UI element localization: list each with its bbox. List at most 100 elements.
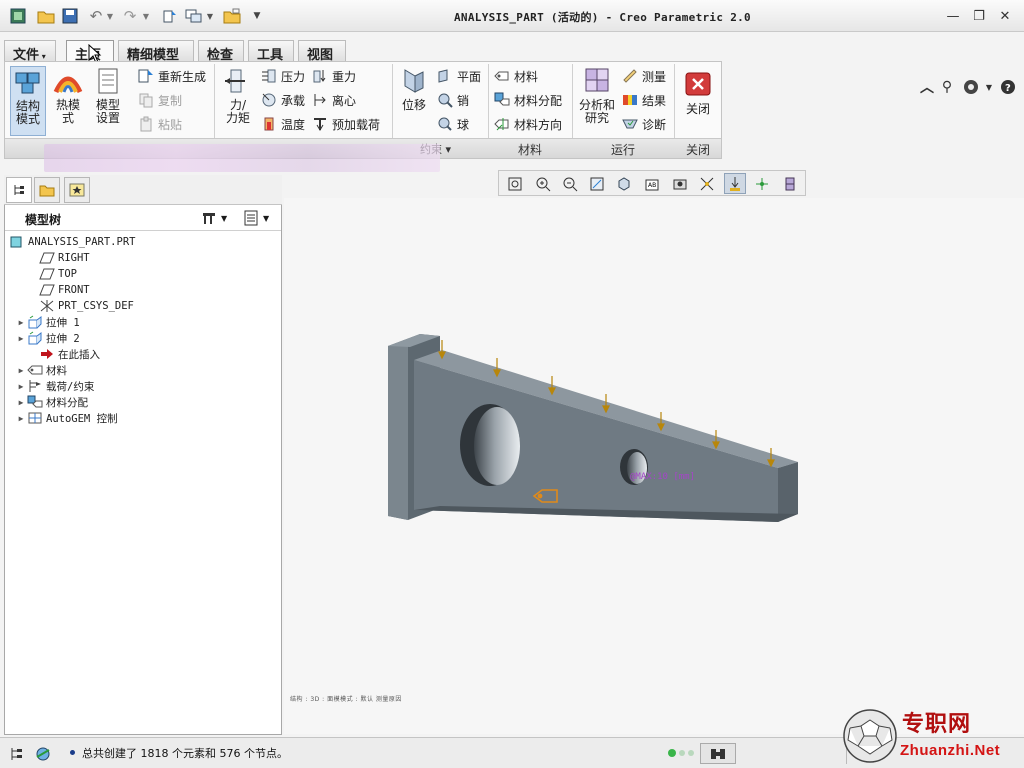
zoom-in-icon[interactable] (532, 173, 554, 194)
redo-dropdown-icon[interactable]: ▼ (140, 6, 152, 26)
app-icon[interactable] (8, 6, 28, 26)
pressure-button[interactable]: 压力 (261, 66, 305, 86)
expand-arrow-icon[interactable]: ▶ (15, 366, 27, 375)
tree-settings-button[interactable]: ▼ (201, 209, 231, 227)
diagnostics-icon (622, 119, 638, 129)
tree-item[interactable]: ▶ 拉伸 1 (15, 314, 80, 330)
bearing-button[interactable]: 承载 (261, 90, 305, 110)
tree-item[interactable]: ▶ 材料分配 (15, 394, 88, 410)
expand-arrow-icon[interactable]: ▶ (15, 398, 27, 407)
view-manager-icon[interactable] (669, 173, 691, 194)
tree-item[interactable]: 在此插入 (15, 346, 100, 362)
model-tree-tab-icon[interactable] (6, 177, 32, 203)
tab-tools[interactable]: 工具 (248, 40, 294, 63)
copy-button[interactable]: 复制 (138, 90, 182, 110)
minimize-icon[interactable]: — (942, 6, 964, 26)
preload-button[interactable]: 预加载荷 (312, 114, 380, 134)
expand-arrow-icon[interactable]: ▶ (15, 318, 27, 327)
group-label-close: 关闭 (686, 143, 711, 157)
group-label-materials: 材料 (518, 143, 543, 157)
material-assignment-button[interactable]: 材料分配 (494, 90, 562, 110)
gravity-button[interactable]: 重力 (312, 66, 356, 86)
redo-icon[interactable]: ↷ (120, 6, 140, 26)
tree-item[interactable]: ▶ 材料 (15, 362, 67, 378)
force-moment-button[interactable]: 力/ 力矩 (220, 66, 256, 136)
undo-icon[interactable]: ↶ (86, 6, 106, 26)
structure-mode-label: 结构 模式 (15, 99, 40, 126)
analysis-study-button[interactable]: 分析和 研究 (576, 66, 618, 136)
windows-icon[interactable] (184, 6, 204, 26)
datum-display-icon[interactable] (696, 173, 718, 194)
tree-item-label: TOP (58, 268, 77, 280)
load-display-icon[interactable] (724, 173, 746, 194)
expand-arrow-icon[interactable]: ▶ (15, 414, 27, 423)
search-icon[interactable]: ⚲ (938, 78, 956, 96)
close-window-folder-icon[interactable] (222, 6, 242, 26)
temperature-button[interactable]: 温度 (261, 114, 305, 134)
tree-show-button[interactable]: ▼ (243, 209, 277, 227)
saved-orientations-icon[interactable]: AB (641, 173, 663, 194)
refit-icon[interactable] (504, 173, 526, 194)
open-folder-icon[interactable] (36, 6, 56, 26)
customize-qa-icon[interactable]: ▼ (250, 6, 264, 26)
close-button[interactable]: 关闭 (680, 70, 716, 130)
tree-item-label: 材料 (46, 364, 67, 377)
undo-dropdown-icon[interactable]: ▼ (104, 6, 116, 26)
centrifugal-button[interactable]: 离心 (312, 90, 356, 110)
material-orientation-button[interactable]: 材料方向 (494, 114, 562, 134)
expand-arrow-icon[interactable]: ▶ (15, 334, 27, 343)
datum-plane-icon (39, 251, 58, 265)
displacement-button[interactable]: 位移 (396, 66, 432, 136)
model-setup-button[interactable]: 模型 设置 (90, 66, 126, 136)
restore-icon[interactable]: ❐ (968, 6, 990, 26)
regenerate-button[interactable]: 重新生成 (138, 66, 206, 86)
tree-item-label: 材料分配 (46, 396, 88, 409)
tree-item[interactable]: RIGHT (15, 250, 90, 266)
spin-center-icon[interactable] (751, 173, 773, 194)
graphics-window[interactable]: @MAX:10 [mm] (284, 198, 1024, 734)
tree-item[interactable]: PRT_CSYS_DEF (15, 298, 134, 314)
ball-button[interactable]: 球 (437, 114, 469, 134)
help-dropdown-icon[interactable]: ▼ (984, 78, 994, 96)
tree-item[interactable]: ANALYSIS_PART.PRT (9, 234, 135, 250)
plane-constraint-icon (438, 69, 448, 83)
structure-mode-button[interactable]: 结构 模式 (10, 66, 46, 136)
folder-browser-tab-icon[interactable] (34, 177, 60, 203)
collapse-ribbon-icon[interactable]: ︿ (918, 78, 936, 96)
tree-item[interactable]: FRONT (15, 282, 90, 298)
displacement-icon (404, 69, 424, 93)
zoom-out-icon[interactable] (559, 173, 581, 194)
favorites-tab-icon[interactable] (64, 177, 90, 203)
expand-arrow-icon[interactable]: ▶ (15, 382, 27, 391)
find-icon[interactable] (700, 743, 736, 764)
help-center-icon[interactable] (960, 78, 982, 96)
thermal-mode-button[interactable]: 热模 式 (50, 66, 86, 136)
plane-button[interactable]: 平面 (437, 66, 481, 86)
paste-button[interactable]: 粘贴 (138, 114, 182, 134)
cantilever-bracket-model (388, 334, 798, 522)
display-style-icon[interactable] (613, 173, 635, 194)
tab-inspect[interactable]: 检查 (198, 40, 244, 63)
tab-view[interactable]: 视图 (298, 40, 346, 63)
results-button[interactable]: 结果 (622, 90, 666, 110)
pin-button[interactable]: 销 (437, 90, 469, 110)
windows-dropdown-icon[interactable]: ▼ (204, 6, 216, 26)
tree-item[interactable]: ▶ AutoGEM 控制 (15, 410, 118, 426)
regenerate-qa-icon[interactable] (160, 6, 180, 26)
tree-item[interactable]: TOP (15, 266, 77, 282)
save-icon[interactable] (60, 6, 80, 26)
tab-refine-model[interactable]: 精细模型 (118, 40, 194, 63)
material-button[interactable]: 材料 (494, 66, 538, 86)
mesh-display-icon[interactable] (779, 173, 801, 194)
toggle-browser-icon[interactable] (32, 743, 54, 764)
help-icon[interactable]: ? (998, 78, 1018, 96)
tree-item[interactable]: ▶ 拉伸 2 (15, 330, 80, 346)
close-icon[interactable]: ✕ (994, 6, 1016, 26)
measure-button[interactable]: 测量 (622, 66, 666, 86)
repaint-icon[interactable] (586, 173, 608, 194)
bearing-label: 承载 (281, 93, 306, 108)
diagnostics-button[interactable]: 诊断 (622, 114, 666, 134)
tree-item[interactable]: ▶ 载荷/约束 (15, 378, 94, 394)
tab-file[interactable]: 文件 ▾ (4, 40, 56, 63)
toggle-navigator-icon[interactable] (6, 743, 28, 764)
